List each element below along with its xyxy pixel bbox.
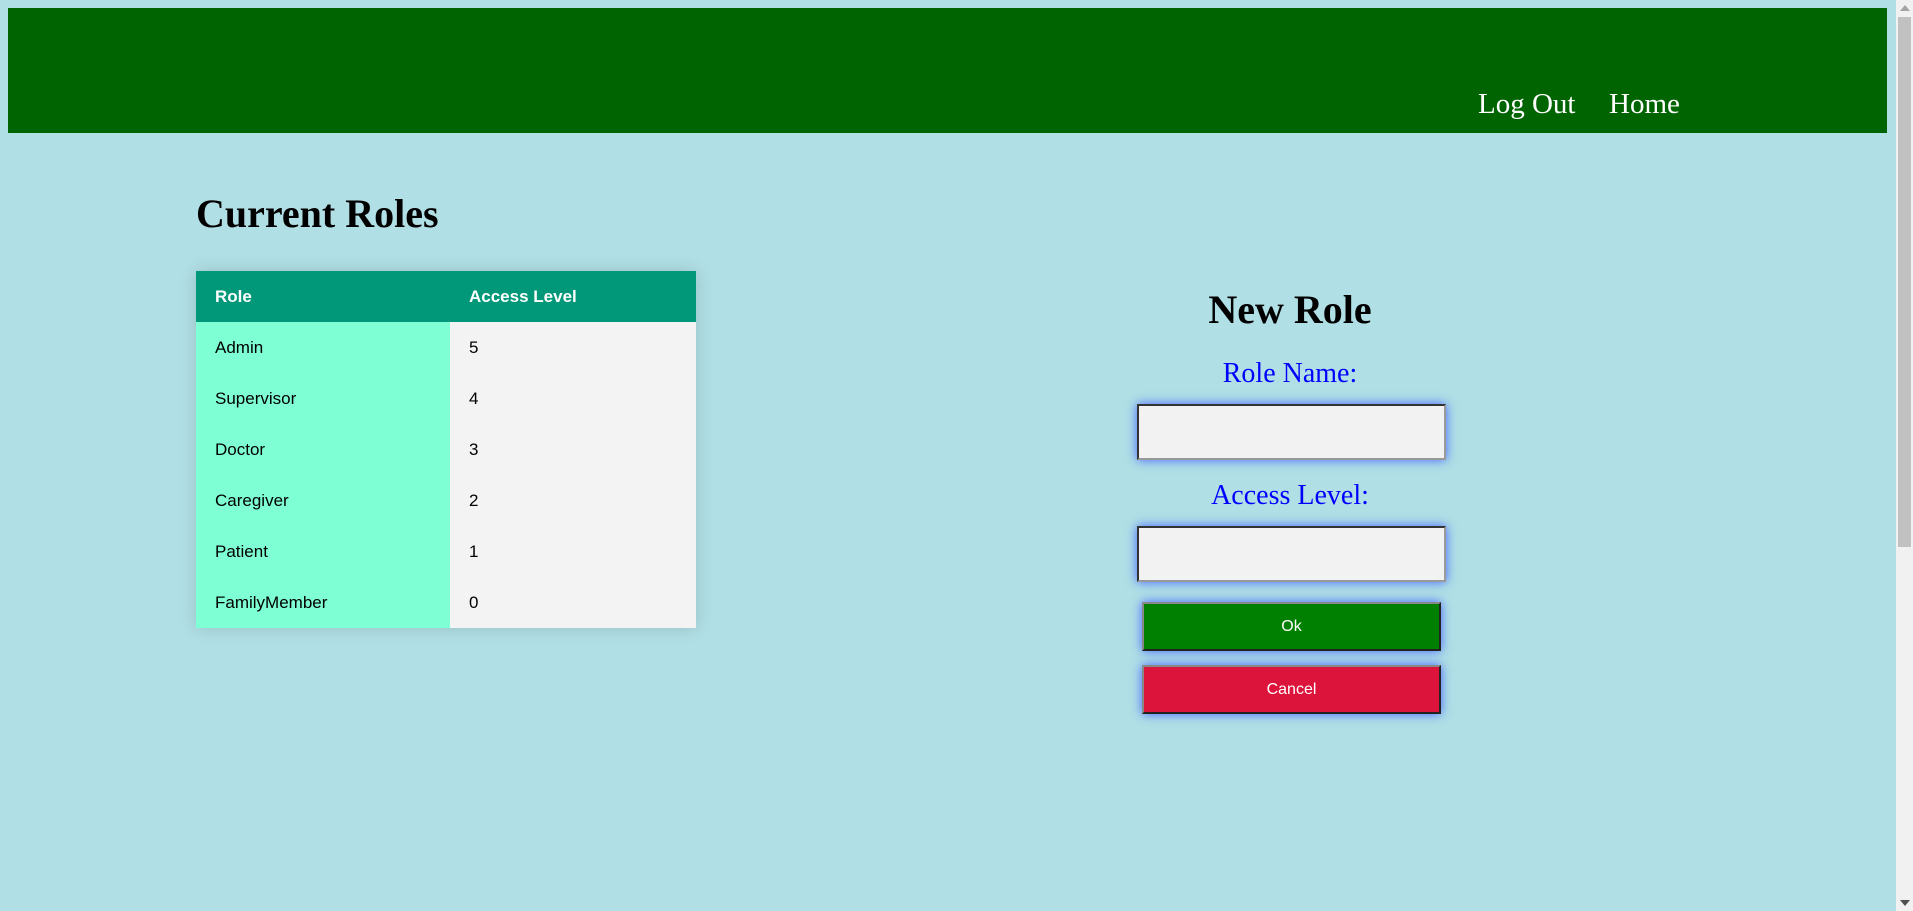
scroll-up-arrow-icon[interactable] (1900, 5, 1910, 11)
access-level-cell: 5 (450, 322, 696, 373)
role-cell: Caregiver (196, 475, 450, 526)
cancel-button[interactable]: Cancel (1142, 665, 1441, 714)
role-cell: FamilyMember (196, 577, 450, 628)
column-header-access-level: Access Level (450, 271, 696, 322)
role-cell: Patient (196, 526, 450, 577)
table-row: FamilyMember 0 (196, 577, 696, 628)
current-roles-title: Current Roles (196, 191, 439, 236)
roles-table: Role Access Level Admin 5 Supervisor 4 D… (196, 271, 696, 628)
role-name-label: Role Name: (1222, 358, 1358, 389)
table-header-row: Role Access Level (196, 271, 696, 322)
role-cell: Admin (196, 322, 450, 373)
scrollbar-thumb[interactable] (1898, 17, 1911, 547)
table-row: Caregiver 2 (196, 475, 696, 526)
access-level-cell: 3 (450, 424, 696, 475)
access-level-cell: 0 (450, 577, 696, 628)
access-level-input[interactable] (1137, 526, 1446, 582)
table-row: Admin 5 (196, 322, 696, 373)
role-cell: Supervisor (196, 373, 450, 424)
page: Log Out Home Current Roles Role Access L… (0, 0, 1913, 911)
access-level-label: Access Level: (1211, 480, 1369, 511)
access-level-cell: 4 (450, 373, 696, 424)
column-header-role: Role (196, 271, 450, 322)
role-name-input[interactable] (1137, 404, 1446, 460)
table-row: Patient 1 (196, 526, 696, 577)
scroll-down-arrow-icon[interactable] (1900, 900, 1910, 906)
top-nav-bar: Log Out Home (8, 8, 1887, 133)
table-row: Doctor 3 (196, 424, 696, 475)
home-link[interactable]: Home (1609, 90, 1680, 119)
role-cell: Doctor (196, 424, 450, 475)
vertical-scrollbar[interactable] (1896, 0, 1913, 911)
access-level-cell: 1 (450, 526, 696, 577)
new-role-title: New Role (1208, 287, 1372, 332)
ok-button[interactable]: Ok (1142, 602, 1441, 651)
table-row: Supervisor 4 (196, 373, 696, 424)
logout-link[interactable]: Log Out (1478, 90, 1575, 119)
access-level-cell: 2 (450, 475, 696, 526)
